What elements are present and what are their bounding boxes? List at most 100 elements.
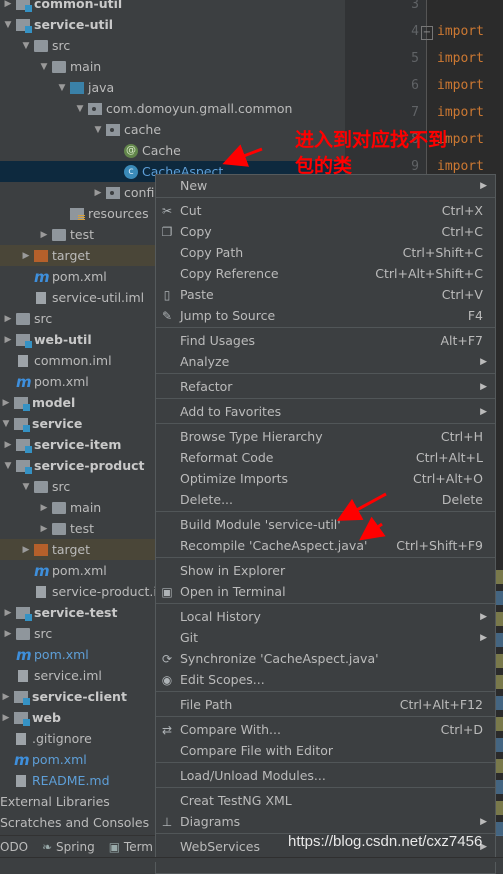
chevron-right-icon[interactable]: ▶	[38, 503, 50, 513]
menu-item-synchronize-cacheaspect-java[interactable]: ⟳ Synchronize 'CacheAspect.java'	[156, 648, 495, 669]
tree-item[interactable]: ▼ java	[0, 77, 345, 98]
menu-item-jump-to-source[interactable]: ✎ Jump to Source F4	[156, 305, 495, 326]
code-line[interactable]: import	[437, 105, 484, 120]
menu-item-cut[interactable]: ✂ Cut Ctrl+X	[156, 200, 495, 221]
clipboard-icon: ▯	[163, 287, 171, 302]
tree-item-label: src	[34, 311, 53, 326]
menu-item-add-to-favorites[interactable]: Add to Favorites ▶	[156, 401, 495, 422]
chevron-right-icon[interactable]: ▶	[2, 335, 14, 345]
chevron-down-icon[interactable]: ▼	[20, 482, 32, 492]
menu-item-copy[interactable]: ❐ Copy Ctrl+C	[156, 221, 495, 242]
menu-item-refactor[interactable]: Refactor ▶	[156, 376, 495, 397]
tool-tab-spring[interactable]: ❧ Spring	[42, 840, 95, 854]
submenu-arrow-icon: ▶	[480, 632, 487, 643]
menu-item-paste[interactable]: ▯ Paste Ctrl+V	[156, 284, 495, 305]
menu-item-find-usages[interactable]: Find Usages Alt+F7	[156, 330, 495, 351]
folder-icon	[16, 627, 30, 640]
code-line[interactable]: import	[437, 24, 484, 39]
tree-item-label: com.domoyun.gmall.common	[106, 101, 293, 116]
menu-item-shortcut: Ctrl+Shift+C	[402, 245, 483, 260]
menu-item-git[interactable]: Git ▶	[156, 627, 495, 648]
tree-item-label: service-util.iml	[52, 290, 145, 305]
menu-item-label: Copy Path	[180, 245, 244, 260]
code-fragment	[496, 801, 503, 815]
chevron-right-icon[interactable]: ▶	[20, 251, 32, 261]
menu-item-recompile-cacheaspect-java[interactable]: Recompile 'CacheAspect.java' Ctrl+Shift+F…	[156, 535, 495, 556]
code-fragment	[496, 738, 503, 752]
code-line[interactable]: import	[437, 159, 484, 174]
menu-item-copy-reference[interactable]: Copy Reference Ctrl+Alt+Shift+C	[156, 263, 495, 284]
chevron-right-icon[interactable]: ▶	[2, 314, 14, 324]
tree-item-label: test	[70, 521, 95, 536]
menu-item-show-in-explorer[interactable]: Show in Explorer	[156, 560, 495, 581]
diagram-icon: ⊥	[161, 814, 173, 829]
menu-item-compare-with[interactable]: ⇄ Compare With... Ctrl+D	[156, 719, 495, 740]
tool-tab-odo[interactable]: ODO	[0, 840, 28, 854]
tree-item[interactable]: ▼ cache	[0, 119, 345, 140]
chevron-right-icon[interactable]: ▶	[2, 629, 14, 639]
chevron-down-icon[interactable]: ▼	[0, 419, 12, 429]
menu-item-build-module-service-util[interactable]: Build Module 'service-util'	[156, 514, 495, 535]
chevron-right-icon[interactable]: ▶	[0, 713, 12, 723]
chevron-right-icon[interactable]: ▶	[38, 524, 50, 534]
chevron-down-icon[interactable]: ▼	[20, 41, 32, 51]
chevron-down-icon[interactable]: ▼	[2, 20, 14, 30]
chevron-right-icon[interactable]: ▶	[20, 545, 32, 555]
chevron-down-icon[interactable]: ▼	[56, 83, 68, 93]
tree-item-label: target	[52, 542, 91, 557]
menu-item-analyze[interactable]: Analyze ▶	[156, 351, 495, 372]
chevron-down-icon[interactable]: ▼	[92, 125, 104, 135]
menu-item-optimize-imports[interactable]: Optimize Imports Ctrl+Alt+O	[156, 468, 495, 489]
module-icon	[14, 417, 30, 432]
tree-item-label: service-util	[34, 17, 114, 32]
chevron-down-icon[interactable]: ▼	[2, 461, 14, 471]
module-icon	[16, 606, 32, 621]
menu-item-label: Browse Type Hierarchy	[180, 429, 323, 444]
menu-item-label: New	[180, 178, 208, 193]
tool-tab-label: ODO	[0, 839, 29, 854]
chevron-right-icon[interactable]: ▶	[2, 440, 14, 450]
chevron-right-icon[interactable]: ▶	[92, 188, 104, 198]
tree-item[interactable]: ▶ common-util	[0, 0, 345, 14]
menu-item-reformat-code[interactable]: Reformat Code Ctrl+Alt+L	[156, 447, 495, 468]
file-icon	[16, 732, 26, 745]
fold-icon[interactable]: −	[421, 26, 433, 40]
menu-item-diagrams[interactable]: ⊥ Diagrams ▶	[156, 811, 495, 832]
menu-item-browse-type-hierarchy[interactable]: Browse Type Hierarchy Ctrl+H	[156, 426, 495, 447]
menu-item-label: Optimize Imports	[180, 471, 289, 486]
module-icon	[16, 0, 32, 12]
menu-item-creat-testng-xml[interactable]: Creat TestNG XML	[156, 790, 495, 811]
chevron-right-icon[interactable]: ▶	[2, 0, 14, 9]
chevron-right-icon[interactable]: ▶	[0, 398, 12, 408]
menu-item-edit-scopes[interactable]: ◉ Edit Scopes...	[156, 669, 495, 690]
menu-item-local-history[interactable]: Local History ▶	[156, 606, 495, 627]
menu-item-compare-file-with-editor[interactable]: Compare File with Editor	[156, 740, 495, 761]
code-line[interactable]: import	[437, 78, 484, 93]
tree-item[interactable]: ▼ com.domoyun.gmall.common	[0, 98, 345, 119]
tree-item[interactable]: ▼ service-util	[0, 14, 345, 35]
menu-item-load-unload-modules[interactable]: Load/Unload Modules...	[156, 765, 495, 786]
chevron-right-icon[interactable]: ▶	[2, 608, 14, 618]
pkg-icon	[88, 102, 102, 115]
folder-icon	[34, 480, 48, 493]
folder-icon	[34, 39, 48, 52]
menu-item-new[interactable]: New ▶	[156, 175, 495, 196]
tree-item[interactable]: @ Cache	[0, 140, 345, 161]
tree-item-label: pom.xml	[52, 269, 107, 284]
code-line[interactable]: import	[437, 51, 484, 66]
tree-item[interactable]: ▼ main	[0, 56, 345, 77]
sync-icon: ⟳	[161, 651, 173, 666]
tree-item[interactable]: ▼ src	[0, 35, 345, 56]
menu-item-label: Paste	[180, 287, 214, 302]
chevron-down-icon[interactable]: ▼	[38, 62, 50, 72]
menu-item-copy-path[interactable]: Copy Path Ctrl+Shift+C	[156, 242, 495, 263]
terminal-icon: ▣	[161, 584, 173, 599]
chevron-down-icon[interactable]: ▼	[74, 104, 86, 114]
chevron-right-icon[interactable]: ▶	[38, 230, 50, 240]
chevron-right-icon[interactable]: ▶	[0, 692, 12, 702]
menu-item-file-path[interactable]: File Path Ctrl+Alt+F12	[156, 694, 495, 715]
module-icon	[16, 333, 32, 348]
menu-item-delete[interactable]: Delete... Delete	[156, 489, 495, 510]
tool-tab-term[interactable]: ▣ Term	[109, 840, 153, 854]
menu-item-open-in-terminal[interactable]: ▣ Open in Terminal	[156, 581, 495, 602]
